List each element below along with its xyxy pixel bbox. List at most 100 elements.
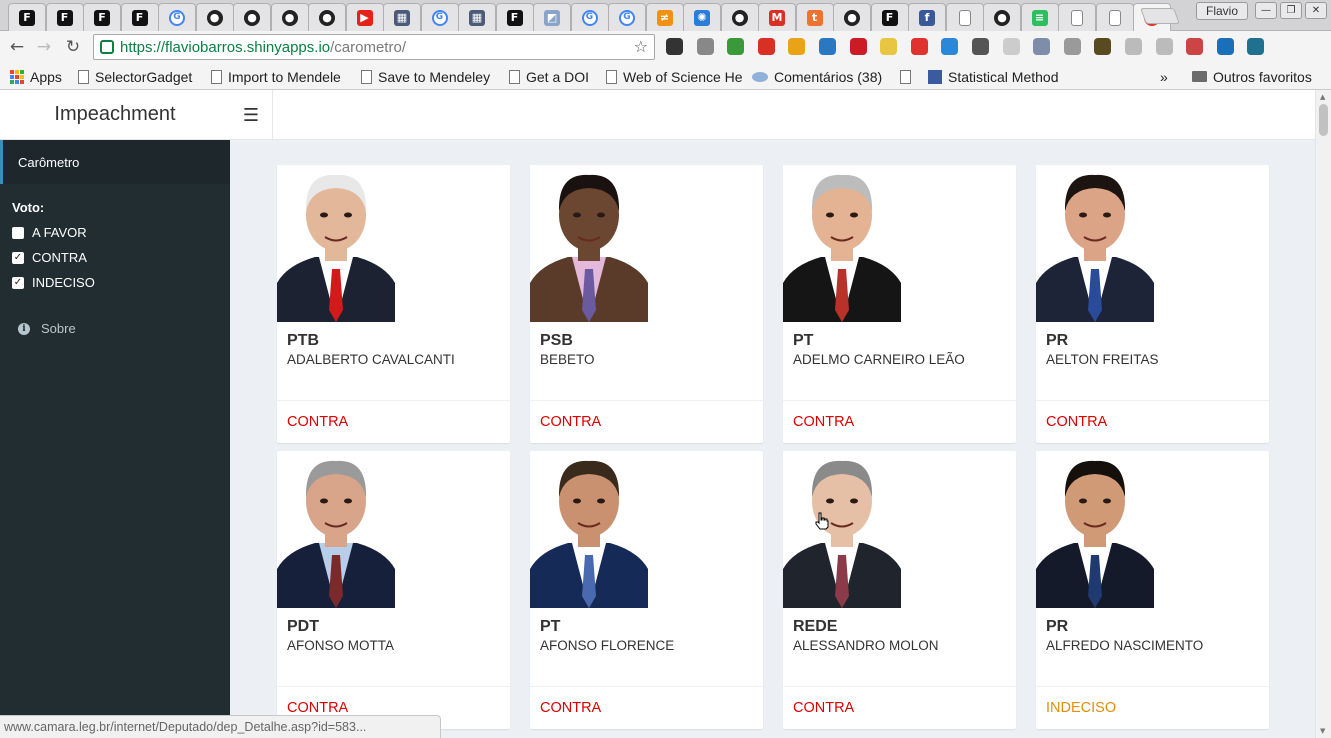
scrollbar-thumb[interactable] xyxy=(1319,104,1328,136)
browser-tab[interactable]: G xyxy=(158,3,196,31)
deputy-photo[interactable] xyxy=(277,451,395,608)
bookmark-item[interactable]: Comentários (38) xyxy=(752,67,892,86)
browser-tab[interactable]: ● xyxy=(233,3,271,31)
browser-tab[interactable]: t xyxy=(795,3,834,31)
bookmark-item[interactable]: SelectorGadget xyxy=(78,67,198,86)
browser-tab[interactable]: F xyxy=(83,3,121,31)
minimize-icon[interactable]: — xyxy=(1255,2,1277,19)
deputy-photo[interactable] xyxy=(530,451,648,608)
notes-ext-icon[interactable] xyxy=(880,38,898,55)
deputy-photo[interactable] xyxy=(530,165,648,322)
sidebar-item-carometro[interactable]: Carômetro xyxy=(0,140,230,184)
bookmark-item[interactable]: Import to Mendele xyxy=(211,67,348,86)
bookmark-item[interactable]: Statistical Method xyxy=(928,67,1068,86)
browser-tab[interactable]: M xyxy=(758,3,796,31)
bookmark-item[interactable]: Save to Mendeley xyxy=(361,67,497,86)
browser-tab[interactable]: F xyxy=(870,3,909,31)
browser-tab[interactable] xyxy=(1095,3,1134,31)
checkbox-unchecked[interactable] xyxy=(12,226,24,239)
deputy-card[interactable]: PSB BEBETO CONTRA xyxy=(530,165,763,443)
sidebar-item-sobre[interactable]: i Sobre xyxy=(18,321,76,336)
reload-icon[interactable]: ↻ xyxy=(62,36,84,58)
checkbox-checked[interactable]: ✓ xyxy=(12,276,24,289)
bookmarks-overflow-button[interactable]: » xyxy=(1160,67,1168,86)
page-scrollbar[interactable]: ▲ ▼ xyxy=(1315,90,1331,738)
deputy-photo[interactable] xyxy=(277,165,395,322)
restore-icon[interactable]: ❐ xyxy=(1280,2,1302,19)
address-bar[interactable]: https://flaviobarros.shinyapps.io/carome… xyxy=(93,34,655,60)
browser-tab[interactable]: ● xyxy=(195,3,234,31)
grammar-icon[interactable] xyxy=(727,38,745,55)
opera-ext-icon[interactable] xyxy=(849,38,867,55)
deputy-photo[interactable] xyxy=(1036,451,1154,608)
sun-ext-icon[interactable] xyxy=(788,38,806,55)
bookmark-apps[interactable]: Apps xyxy=(10,67,62,86)
browser-tab[interactable]: ≠ xyxy=(645,3,684,31)
other-bookmarks-folder[interactable]: Outros favoritos xyxy=(1192,67,1312,86)
deputy-card[interactable]: PDT AFONSO MOTTA CONTRA xyxy=(277,451,510,729)
browser-tab[interactable]: ▦ xyxy=(458,3,496,31)
deputy-card[interactable]: PR AELTON FREITAS CONTRA xyxy=(1036,165,1269,443)
pocket-ext-icon[interactable] xyxy=(910,38,928,55)
browser-tab[interactable]: ● xyxy=(270,3,309,31)
drop-ext-icon[interactable] xyxy=(941,38,959,55)
browser-tab[interactable]: ▶ xyxy=(345,3,384,31)
vote-filter-a-favor[interactable]: A FAVOR xyxy=(12,225,87,240)
x-tools-icon[interactable] xyxy=(972,38,989,55)
o-ext-icon[interactable] xyxy=(1216,38,1234,55)
browser-tab[interactable]: ◩ xyxy=(533,3,571,31)
deputy-photo[interactable] xyxy=(783,165,901,322)
browser-tab[interactable]: F xyxy=(45,3,84,31)
camera-ext-icon[interactable] xyxy=(1094,38,1112,55)
browser-tab[interactable]: F xyxy=(495,3,534,31)
scroll-down-icon[interactable]: ▼ xyxy=(1320,727,1325,735)
bookmark-item[interactable]: Get a DOI xyxy=(509,67,594,86)
screen-ext-icon[interactable] xyxy=(1247,38,1265,55)
tag-icon[interactable] xyxy=(696,38,714,55)
keep-icon[interactable] xyxy=(666,38,683,55)
deputy-photo[interactable] xyxy=(1036,165,1154,322)
forward-arrow-icon[interactable]: → xyxy=(33,36,55,58)
browser-tab[interactable]: ≡ xyxy=(1020,3,1059,31)
deputy-photo[interactable] xyxy=(783,451,901,608)
browser-tab[interactable]: f xyxy=(908,3,946,31)
bookmark-item[interactable]: Web of Science He xyxy=(606,67,744,86)
browser-tab[interactable] xyxy=(945,3,984,31)
back-arrow-icon[interactable]: ← xyxy=(6,36,28,58)
deputy-card[interactable]: PTB ADALBERTO CAVALCANTI CONTRA xyxy=(277,165,510,443)
deputy-card[interactable]: REDE ALESSANDRO MOLON CONTRA xyxy=(783,451,1016,729)
bookmark-ext-icon[interactable] xyxy=(819,38,836,55)
deputy-card[interactable]: PT AFONSO FLORENCE CONTRA xyxy=(530,451,763,729)
cloud-ext-icon[interactable] xyxy=(1033,38,1051,55)
vote-filter-contra[interactable]: ✓ CONTRA xyxy=(12,250,87,265)
browser-tab[interactable]: G xyxy=(570,3,609,31)
browser-tab[interactable]: ● xyxy=(308,3,346,31)
shield-ext-icon[interactable] xyxy=(1002,38,1020,55)
browser-tab[interactable]: ● xyxy=(720,3,759,31)
bookmark-item[interactable] xyxy=(900,67,916,86)
browser-tab[interactable]: ✺ xyxy=(683,3,721,31)
profile-button[interactable]: Flavio xyxy=(1196,2,1248,20)
circle-ext-icon[interactable] xyxy=(1155,38,1173,55)
checkbox-checked[interactable]: ✓ xyxy=(12,251,24,264)
browser-tab[interactable]: F xyxy=(8,3,46,31)
page-ext-icon[interactable] xyxy=(1125,38,1142,55)
deputy-card[interactable]: PR ALFREDO NASCIMENTO INDECISO xyxy=(1036,451,1269,729)
browser-tab[interactable]: G xyxy=(608,3,646,31)
window-close-icon[interactable]: ✕ xyxy=(1305,2,1327,19)
gmail-ext-icon[interactable] xyxy=(757,38,775,55)
sidebar-toggle-icon[interactable]: ☰ xyxy=(230,90,273,140)
browser-tab[interactable]: ▦ xyxy=(383,3,421,31)
browser-tab[interactable] xyxy=(1058,3,1096,31)
browser-tab[interactable]: ● xyxy=(833,3,871,31)
browser-tab[interactable]: ● xyxy=(983,3,1021,31)
deputy-card[interactable]: PT ADELMO CARNEIRO LEÃO CONTRA xyxy=(783,165,1016,443)
r-ext-icon[interactable] xyxy=(1063,38,1081,55)
bookmark-star-icon[interactable]: ☆ xyxy=(634,37,648,56)
browser-tab[interactable]: G xyxy=(420,3,459,31)
scroll-up-icon[interactable]: ▲ xyxy=(1320,93,1325,101)
rainbow-ext-icon[interactable] xyxy=(1186,38,1204,55)
vote-filter-indeciso[interactable]: ✓ INDECISO xyxy=(12,275,95,290)
new-tab-button[interactable] xyxy=(1140,8,1180,24)
browser-tab[interactable]: F xyxy=(120,3,159,31)
